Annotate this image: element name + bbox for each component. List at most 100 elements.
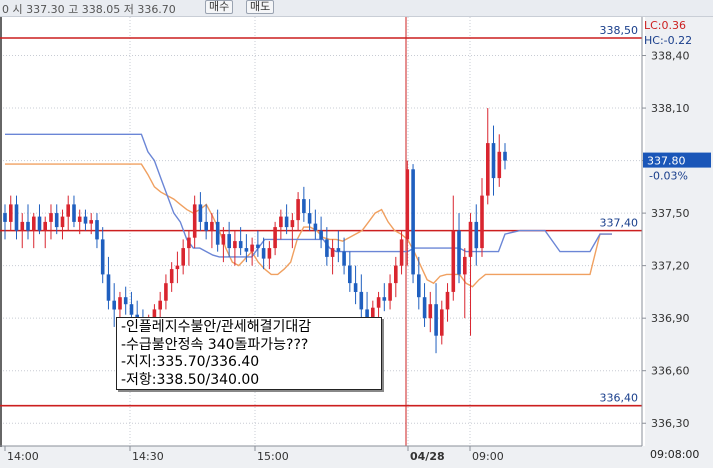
candle-body [348, 265, 352, 284]
current-time: 09:08:00 [650, 448, 700, 461]
tick-label: 336,30 [651, 417, 690, 430]
candle-body [319, 230, 323, 240]
candle-body [256, 244, 260, 249]
candle-body [106, 274, 111, 301]
candle-body [37, 216, 42, 231]
candle-body [129, 304, 134, 315]
lc-indicator: LC:0.36 [644, 19, 686, 32]
candle-body [233, 241, 237, 249]
candle-body [440, 309, 444, 336]
candle-body [503, 151, 507, 161]
candle-body [279, 216, 283, 228]
candlestick-chart[interactable]: 338,50337,40336,40 338,40338,10337,80337… [0, 0, 713, 468]
candle-body [353, 283, 358, 292]
candle-body [491, 143, 496, 179]
candle-body [118, 297, 122, 310]
candle-body [244, 248, 249, 252]
candle-body [100, 239, 105, 275]
candle-body [187, 237, 191, 249]
candle-body [164, 283, 168, 301]
current-price: 337.80 [647, 155, 686, 168]
candle-body [497, 151, 502, 179]
candle-body [72, 204, 76, 222]
candle-body [169, 269, 174, 284]
candle-body [411, 169, 415, 275]
candle-body [238, 241, 243, 249]
tick-label: 14:30 [132, 450, 164, 463]
candle-body [267, 248, 272, 259]
candle-body [394, 265, 398, 284]
candle-body [175, 265, 180, 270]
time-axis: 14:00 14:30 15:00 04/28 09:00 [0, 445, 642, 463]
candle-body [123, 297, 128, 305]
candle-body [66, 204, 70, 217]
candle-body [342, 251, 346, 266]
candle-body [480, 195, 484, 249]
candle-body [325, 239, 329, 257]
candle-body [83, 216, 88, 224]
candle-body [273, 227, 277, 249]
candle-body [192, 204, 197, 238]
candle-body [221, 234, 226, 245]
candle-body [307, 213, 312, 224]
candle-body [204, 221, 208, 231]
candle-body [388, 283, 392, 301]
candle-body [26, 221, 30, 231]
level-label: 338,50 [600, 24, 639, 37]
tick-label: 04/28 [410, 450, 445, 463]
tick-label: 09:00 [472, 450, 504, 463]
candle-body [89, 220, 93, 224]
candle-body [250, 244, 254, 252]
level-label: 337,40 [600, 217, 639, 230]
candle-body [227, 234, 231, 249]
candle-body [261, 248, 266, 259]
candle-body [290, 220, 295, 228]
candle-body [198, 204, 203, 222]
candle-body [330, 248, 335, 257]
candle-body [14, 204, 19, 231]
candle-body [463, 256, 467, 275]
tick-label: 338,40 [651, 50, 690, 63]
hc-indicator: HC:-0.22 [644, 34, 692, 47]
candle-body [336, 248, 341, 252]
candle-body [181, 248, 185, 266]
candle-body [32, 216, 36, 231]
price-badges: LC:0.36 HC:-0.22 337.80 -0.03% [643, 19, 711, 183]
candle-body [9, 204, 13, 222]
candle-body [95, 220, 99, 240]
tick-label: 336,60 [651, 365, 690, 378]
candle-body [49, 213, 53, 222]
candle-body [215, 221, 220, 245]
candle-body [313, 223, 318, 231]
candle-body [60, 216, 65, 228]
candle-body [210, 221, 214, 231]
candle-body [417, 274, 421, 298]
tick-label: 337,20 [651, 260, 690, 273]
annotation-line: -인플레지수불안/관세해결기대감 [121, 319, 312, 335]
level-label: 336,40 [600, 392, 639, 405]
candle-body [434, 304, 438, 336]
tick-label: 336,90 [651, 312, 690, 325]
candle-body [43, 221, 47, 231]
tick-label: 337,50 [651, 207, 690, 220]
tick-label: 14:00 [7, 450, 39, 463]
candle-body [77, 216, 82, 222]
annotation-line: -저항:338.50/340.00 [121, 371, 260, 388]
candle-body [422, 297, 427, 319]
candle-body [20, 221, 25, 231]
candle-body [451, 230, 456, 292]
annotation-line: -지지:335.70/336.40 [121, 354, 260, 370]
candle-body [112, 300, 116, 310]
price-axis: 338,40338,10337,80337,50337,20336,90336,… [641, 17, 690, 446]
candle-body [382, 297, 387, 301]
annotation-line: -수급불안정속 340돌파가능??? [121, 336, 309, 353]
tick-label: 338,10 [651, 102, 690, 115]
candle-body [54, 213, 59, 228]
candle-body [445, 291, 450, 310]
candle-body [399, 239, 404, 266]
candle-body [468, 221, 473, 257]
candle-body [428, 304, 433, 319]
candle-body [376, 297, 381, 308]
candle-body [296, 199, 300, 221]
candle-body [457, 230, 461, 275]
